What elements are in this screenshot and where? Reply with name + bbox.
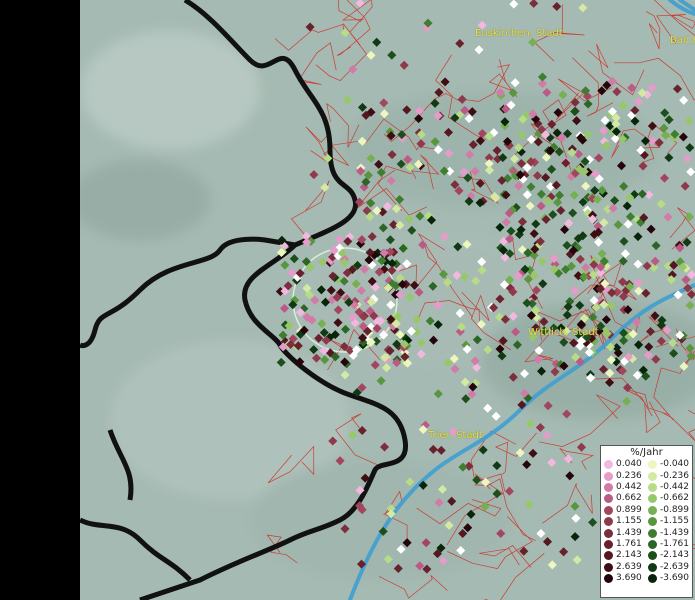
legend-positive-column: 0.040 0.236 0.442 0.662 0.899 1.155 1.439 1.761… <box>604 459 648 584</box>
legend-swatch <box>648 528 657 538</box>
legend-swatch <box>648 539 657 549</box>
legend-entry: -0.662 <box>648 493 692 504</box>
legend-value: 0.899 <box>616 504 642 515</box>
legend-entry: 1.439 <box>604 527 648 538</box>
legend-swatch <box>604 517 613 527</box>
legend-entry: -1.761 <box>648 539 692 550</box>
city-label-bad: Bad H <box>670 35 695 46</box>
legend-value: -1.439 <box>660 527 690 538</box>
side-panel-blank <box>0 0 80 600</box>
legend-value: 1.155 <box>616 516 642 527</box>
legend-value: 0.236 <box>616 470 642 481</box>
legend-entry: 2.639 <box>604 562 648 573</box>
legend-value: 0.442 <box>616 481 642 492</box>
legend-entry: -3.690 <box>648 573 692 584</box>
legend-entry: 1.761 <box>604 539 648 550</box>
legend-entry: 0.442 <box>604 482 648 493</box>
legend-entry: -0.236 <box>648 470 692 481</box>
legend-entry: 0.899 <box>604 505 648 516</box>
legend-value: -3.690 <box>660 573 690 584</box>
legend-columns: 0.040 0.236 0.442 0.662 0.899 1.155 1.439 1.761… <box>601 459 692 584</box>
legend-value: 0.662 <box>616 493 642 504</box>
legend-swatch <box>648 574 657 584</box>
legend-value: -0.662 <box>660 493 690 504</box>
legend-swatch <box>604 505 613 515</box>
legend-value: 1.761 <box>616 538 642 549</box>
legend-entry: -1.155 <box>648 516 692 527</box>
legend-entry: 0.040 <box>604 459 648 470</box>
legend-value: 0.040 <box>616 459 642 470</box>
legend: %/Jahr 0.040 0.236 0.442 0.662 0.899 1.155 1.4… <box>600 445 693 598</box>
legend-swatch <box>604 471 613 481</box>
legend-entry: -1.439 <box>648 527 692 538</box>
legend-value: -1.155 <box>660 516 690 527</box>
legend-swatch <box>604 482 613 492</box>
legend-swatch <box>604 551 613 561</box>
city-label-euskirchen: Euskirchen, Stadt <box>475 28 563 39</box>
legend-title: %/Jahr <box>630 447 663 458</box>
legend-entry: 2.143 <box>604 550 648 561</box>
legend-swatch <box>604 574 613 584</box>
legend-value: -0.899 <box>660 504 690 515</box>
legend-swatch <box>648 482 657 492</box>
legend-entry: 0.236 <box>604 470 648 481</box>
legend-swatch <box>648 551 657 561</box>
legend-swatch <box>648 505 657 515</box>
legend-swatch <box>604 460 613 470</box>
legend-swatch <box>648 460 657 470</box>
legend-swatch <box>648 471 657 481</box>
legend-swatch <box>604 528 613 538</box>
legend-value: 2.143 <box>616 550 642 561</box>
legend-swatch <box>604 539 613 549</box>
legend-entry: 3.690 <box>604 573 648 584</box>
legend-entry: 0.662 <box>604 493 648 504</box>
legend-entry: -0.442 <box>648 482 692 493</box>
legend-value: -0.442 <box>660 481 690 492</box>
legend-value: -0.236 <box>660 470 690 481</box>
legend-swatch <box>648 562 657 572</box>
legend-value: -0.040 <box>660 459 690 470</box>
legend-negative-column: -0.040 -0.236 -0.442 -0.662 -0.899 -1.155 -1.4… <box>648 459 692 584</box>
legend-entry: -0.040 <box>648 459 692 470</box>
legend-entry: 1.155 <box>604 516 648 527</box>
legend-value: -2.639 <box>660 561 690 572</box>
legend-value: 1.439 <box>616 527 642 538</box>
map-viewer[interactable]: Euskirchen, Stadt Bad H Wittlich, Stadt … <box>0 0 695 600</box>
legend-value: 3.690 <box>616 573 642 584</box>
legend-value: -1.761 <box>660 538 690 549</box>
legend-swatch <box>648 517 657 527</box>
legend-entry: -2.143 <box>648 550 692 561</box>
city-label-wittlich: Wittlich, Stadt <box>528 327 599 338</box>
legend-entry: -0.899 <box>648 505 692 516</box>
legend-swatch <box>648 494 657 504</box>
city-label-trier: Trier, Stadt <box>428 430 483 441</box>
legend-swatch <box>604 562 613 572</box>
legend-swatch <box>604 494 613 504</box>
legend-entry: -2.639 <box>648 562 692 573</box>
legend-value: 2.639 <box>616 561 642 572</box>
legend-value: -2.143 <box>660 550 690 561</box>
